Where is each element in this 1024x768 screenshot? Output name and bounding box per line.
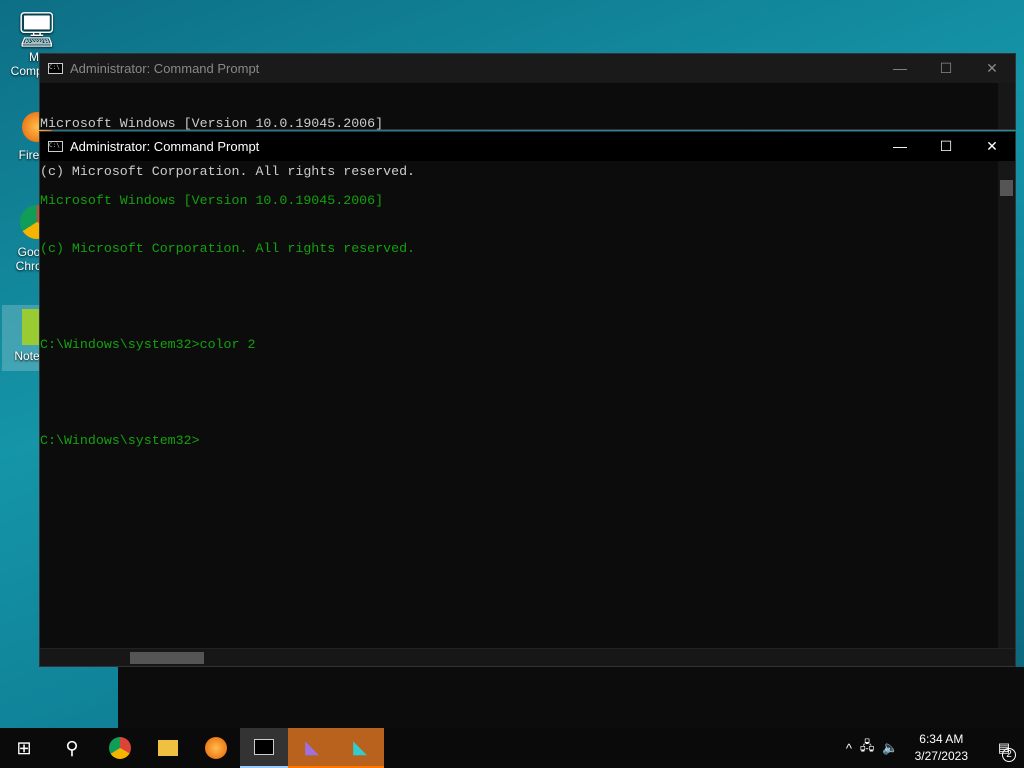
start-button[interactable]: ⊞	[0, 728, 48, 768]
clock[interactable]: 6:34 AM 3/27/2023	[907, 731, 976, 765]
console-output[interactable]: Microsoft Windows [Version 10.0.19045.20…	[40, 83, 1015, 212]
close-button[interactable]: ✕	[969, 60, 1015, 77]
app-icon: ◣	[353, 736, 367, 757]
firefox-icon	[205, 737, 227, 759]
h-scroll-thumb[interactable]	[130, 652, 204, 664]
volume-icon[interactable]: 🔈	[882, 740, 898, 756]
back-cmd-window[interactable]: C:\ Administrator: Command Prompt — ☐ ✕ Mi…	[39, 53, 1016, 179]
visual-studio-icon: ◣	[305, 736, 319, 757]
network-icon[interactable]: 🖧	[860, 737, 875, 759]
minimize-button[interactable]: —	[877, 60, 923, 77]
computer-icon: 🖥	[15, 11, 59, 49]
notification-badge: 2	[1002, 748, 1016, 762]
chevron-up-icon[interactable]: ^	[846, 741, 852, 756]
taskbar-file-explorer[interactable]	[144, 728, 192, 768]
background-window	[118, 667, 1024, 728]
search-icon: ⚲	[65, 737, 79, 758]
cmd-icon: C:\	[48, 63, 63, 74]
chrome-icon	[109, 737, 131, 759]
search-button[interactable]: ⚲	[48, 728, 96, 768]
taskbar-firefox[interactable]	[192, 728, 240, 768]
taskbar-app[interactable]: ◣	[336, 728, 384, 768]
taskbar-chrome[interactable]	[96, 728, 144, 768]
taskbar: ⊞ ⚲ ◣ ◣ ^ 🖧 🔈 6:34 AM 3/27/2023 ▤ 2	[0, 728, 1024, 768]
vertical-scrollbar[interactable]	[998, 161, 1015, 649]
taskbar-visual-studio[interactable]: ◣	[288, 728, 336, 768]
title-bar[interactable]: C:\ Administrator: Command Prompt — ☐ ✕	[40, 54, 1015, 83]
maximize-button[interactable]: ☐	[923, 60, 969, 77]
folder-icon	[158, 740, 178, 756]
notification-center-button[interactable]: ▤ 2	[984, 740, 1024, 762]
horizontal-scrollbar[interactable]	[40, 648, 1015, 666]
taskbar-cmd[interactable]	[240, 728, 288, 768]
cmd-icon	[254, 739, 274, 755]
